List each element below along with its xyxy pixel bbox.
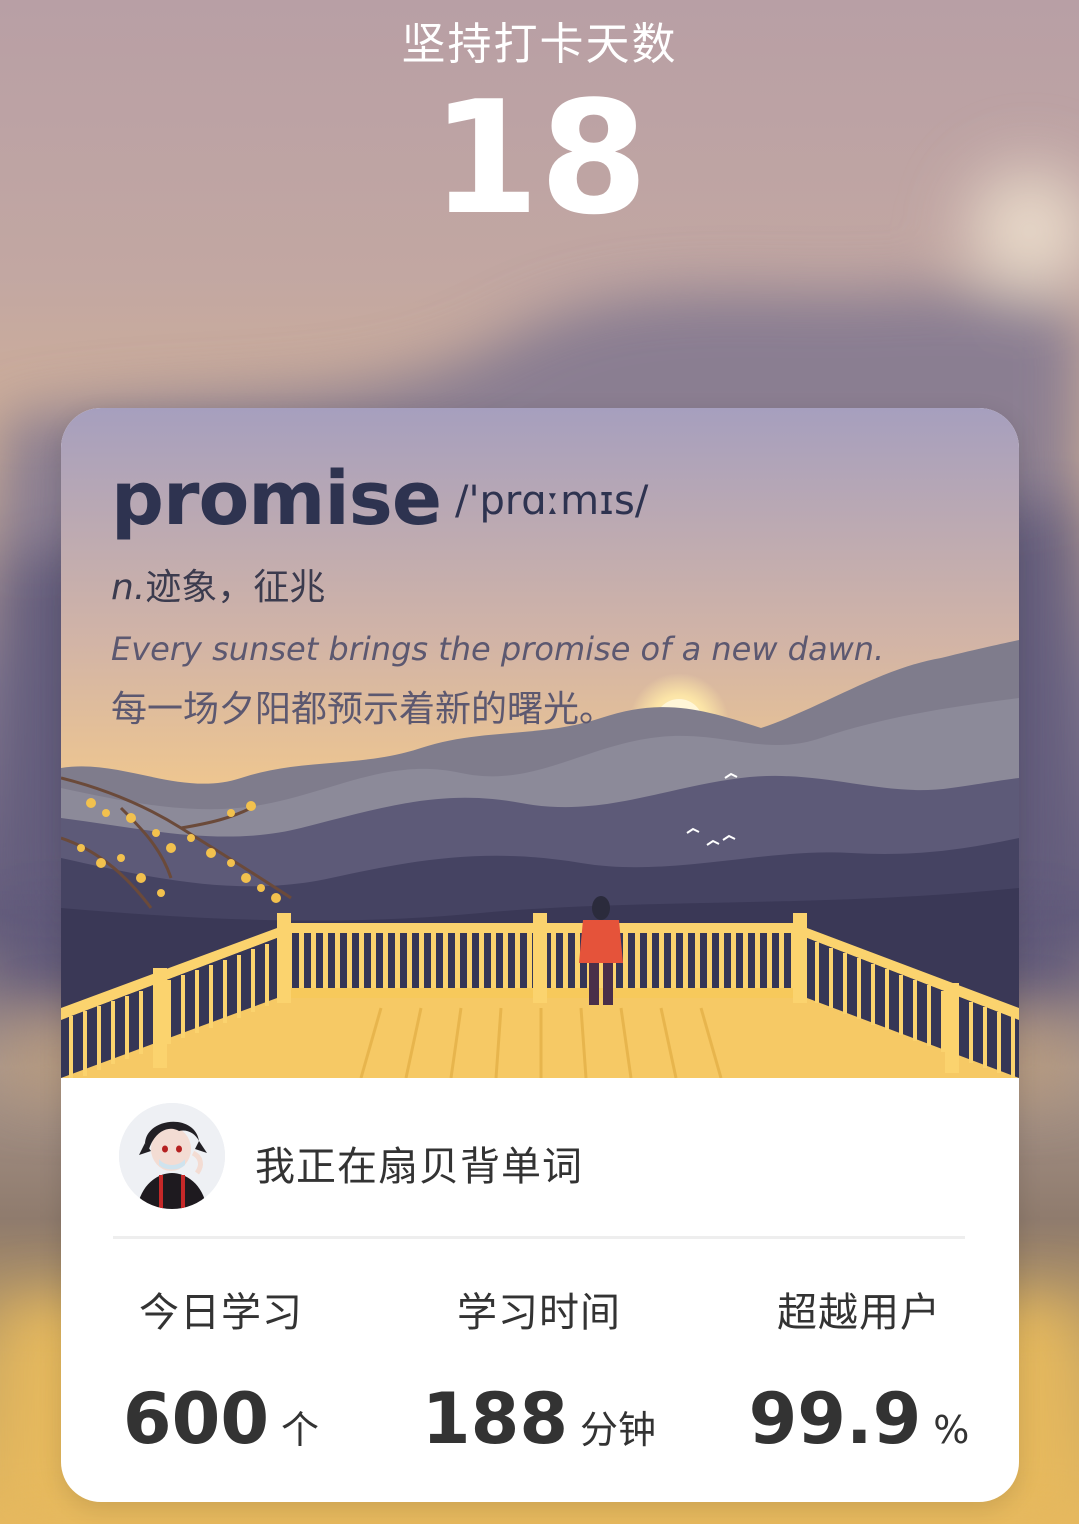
example-sentence-zh: 每一场夕阳都预示着新的曙光。 — [111, 689, 616, 730]
stat-value-row: 188 分钟 — [379, 1378, 699, 1460]
divider — [113, 1236, 965, 1239]
word-title: promise — [111, 456, 442, 542]
stat-unit: 分钟 — [580, 1408, 657, 1452]
stat-value-row: 99.9% — [699, 1378, 1019, 1460]
user-status-text: 我正在扇贝背单词 — [255, 1144, 583, 1190]
part-of-speech: n. — [111, 567, 146, 608]
example-sentence-en: Every sunset brings the promise of a new… — [111, 630, 885, 668]
avatar-icon — [119, 1103, 225, 1209]
share-card: promise /'prɑːmɪs/ n.迹象，征兆 Every sunset … — [61, 408, 1019, 1502]
stat-value: 99.9 — [748, 1378, 922, 1460]
stat-value: 188 — [421, 1378, 569, 1460]
stat-surpass-users: 超越用户 99.9% — [699, 1288, 1019, 1460]
stat-label: 超越用户 — [777, 1290, 941, 1336]
stat-unit: 个 — [281, 1408, 320, 1452]
stat-value: 600 — [122, 1378, 270, 1460]
user-avatar[interactable] — [119, 1103, 225, 1209]
streak-days-count: 18 — [430, 67, 649, 249]
stat-label: 学习时间 — [457, 1290, 621, 1336]
streak-title: 坚持打卡天数 — [401, 19, 678, 70]
stat-today-learned: 今日学习 600 个 — [61, 1288, 381, 1460]
card-illustration: promise /'prɑːmɪs/ n.迹象，征兆 Every sunset … — [61, 408, 1019, 1078]
stat-unit: % — [933, 1408, 970, 1452]
stat-study-time: 学习时间 188 分钟 — [379, 1288, 699, 1460]
word-definition: n.迹象，征兆 — [111, 558, 325, 610]
word-phonetic: /'prɑːmɪs/ — [455, 478, 649, 524]
stat-value-row: 600 个 — [61, 1378, 381, 1460]
definition-text: 迹象，征兆 — [145, 567, 326, 608]
user-row: 我正在扇贝背单词 — [61, 1078, 1019, 1238]
stat-label: 今日学习 — [139, 1290, 303, 1336]
